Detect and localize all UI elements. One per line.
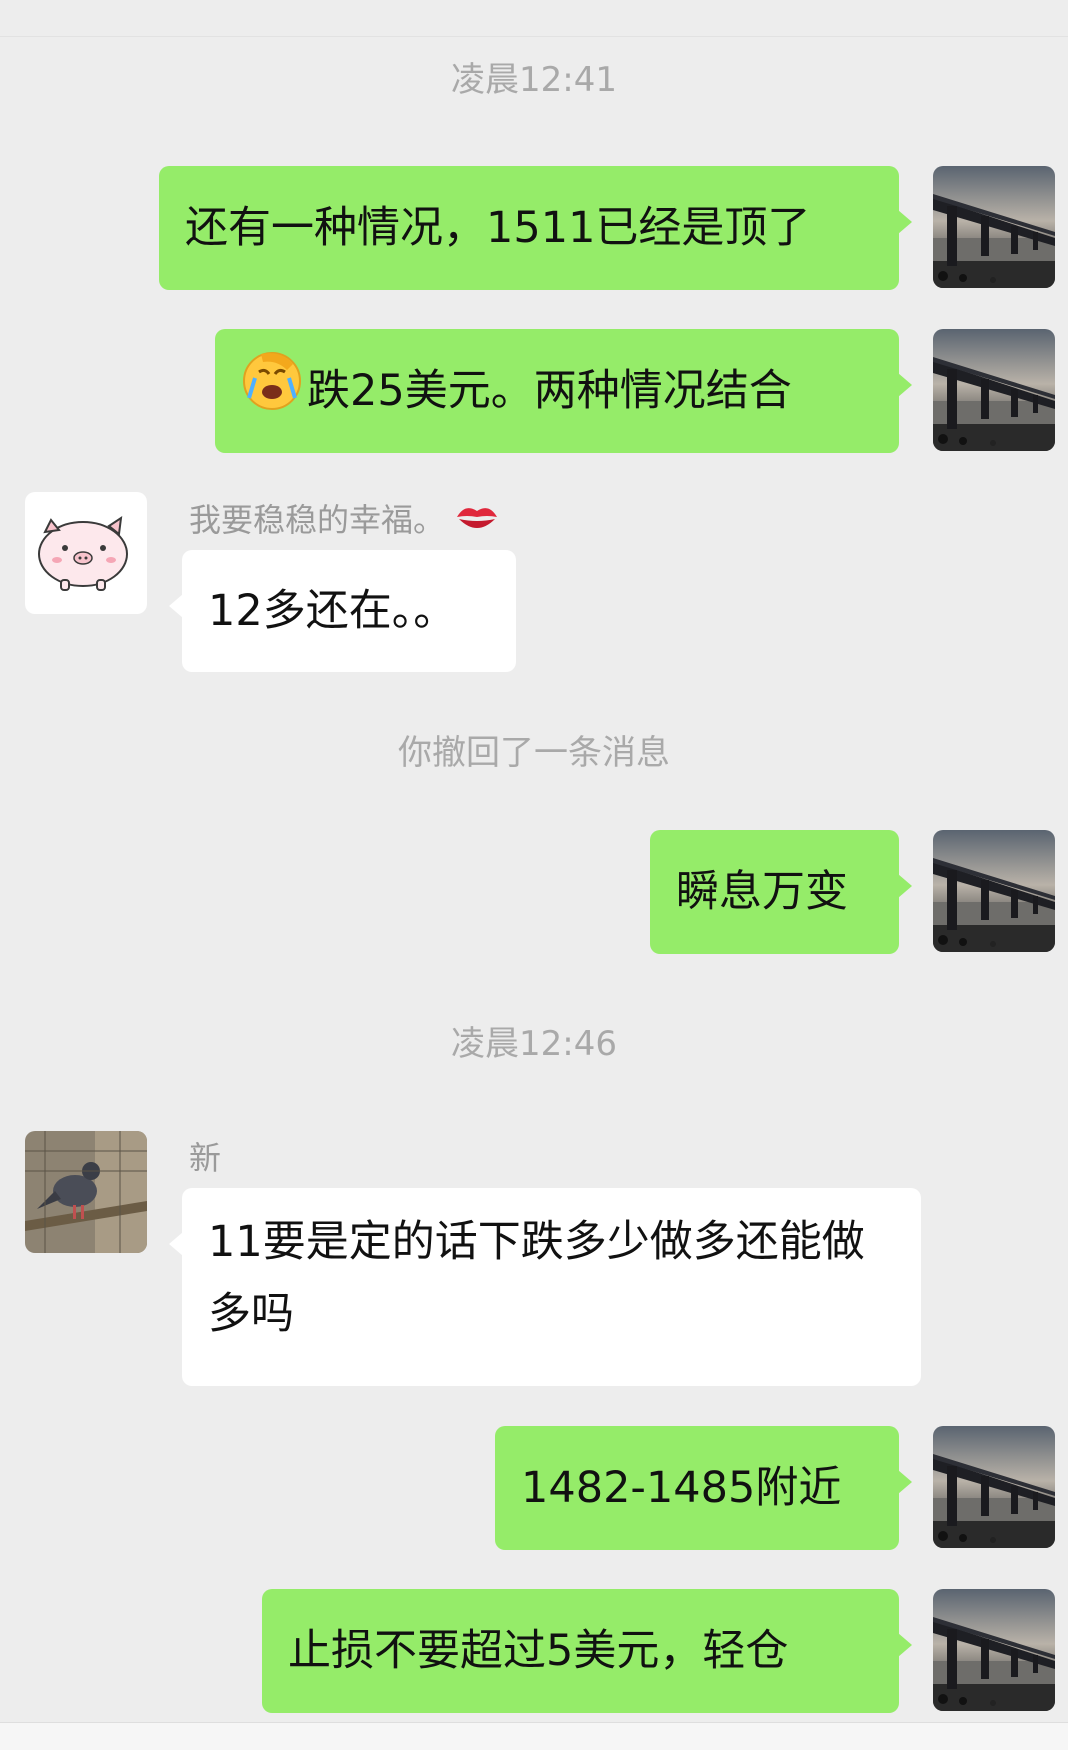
sender-name: 我要稳稳的幸福。 — [189, 500, 503, 544]
message-text: 11要是定的话下跌多少做多还能做多吗 — [208, 1217, 865, 1339]
incoming-message-bubble[interactable]: 12多还在。。 — [169, 550, 516, 672]
outgoing-message-bubble[interactable]: 止损不要超过5美元，轻仓 — [262, 1589, 912, 1713]
my-avatar[interactable] — [933, 166, 1055, 288]
incoming-message-bubble[interactable]: 11要是定的话下跌多少做多还能做多吗 — [169, 1188, 921, 1386]
sender-name-text: 我要稳稳的幸福。 — [189, 501, 446, 539]
sender-name: 新 — [189, 1139, 222, 1177]
message-text: 止损不要超过5美元，轻仓 — [288, 1626, 789, 1676]
my-avatar[interactable] — [933, 1589, 1055, 1711]
contact-avatar[interactable] — [25, 1131, 147, 1253]
top-divider — [0, 36, 1068, 37]
outgoing-message-bubble[interactable]: 还有一种情况，1511已经是顶了 — [159, 166, 912, 290]
message-text: 1482-1485附近 — [521, 1463, 842, 1513]
message-text: 瞬息万变 — [676, 867, 848, 917]
my-avatar[interactable] — [933, 329, 1055, 451]
message-text: 12多还在。。 — [208, 586, 457, 636]
my-avatar[interactable] — [933, 1426, 1055, 1548]
pigeon-avatar-icon — [25, 1131, 147, 1253]
my-avatar[interactable] — [933, 830, 1055, 952]
bridge-photo-icon — [933, 166, 1055, 288]
outgoing-message-bubble[interactable]: 瞬息万变 — [650, 830, 912, 954]
bridge-photo-icon — [933, 1426, 1055, 1548]
outgoing-message-bubble[interactable]: 1482-1485附近 — [495, 1426, 912, 1550]
timestamp: 凌晨12:41 — [451, 60, 617, 100]
contact-avatar[interactable] — [25, 492, 147, 614]
pig-avatar-icon — [25, 492, 147, 614]
message-text: 跌25美元。两种情况结合 — [307, 366, 792, 416]
message-text: 还有一种情况，1511已经是顶了 — [185, 203, 811, 253]
recalled-message-notice: 你撤回了一条消息 — [398, 733, 670, 773]
bridge-photo-icon — [933, 1589, 1055, 1711]
bridge-photo-icon — [933, 830, 1055, 952]
bridge-photo-icon — [933, 329, 1055, 451]
kiss-mark-emoji-icon — [455, 501, 499, 544]
input-bar-edge — [0, 1722, 1068, 1750]
outgoing-message-bubble[interactable]: 跌25美元。两种情况结合 — [215, 329, 912, 453]
timestamp: 凌晨12:46 — [451, 1024, 617, 1064]
face-palm-crying-emoji-icon — [241, 350, 303, 433]
